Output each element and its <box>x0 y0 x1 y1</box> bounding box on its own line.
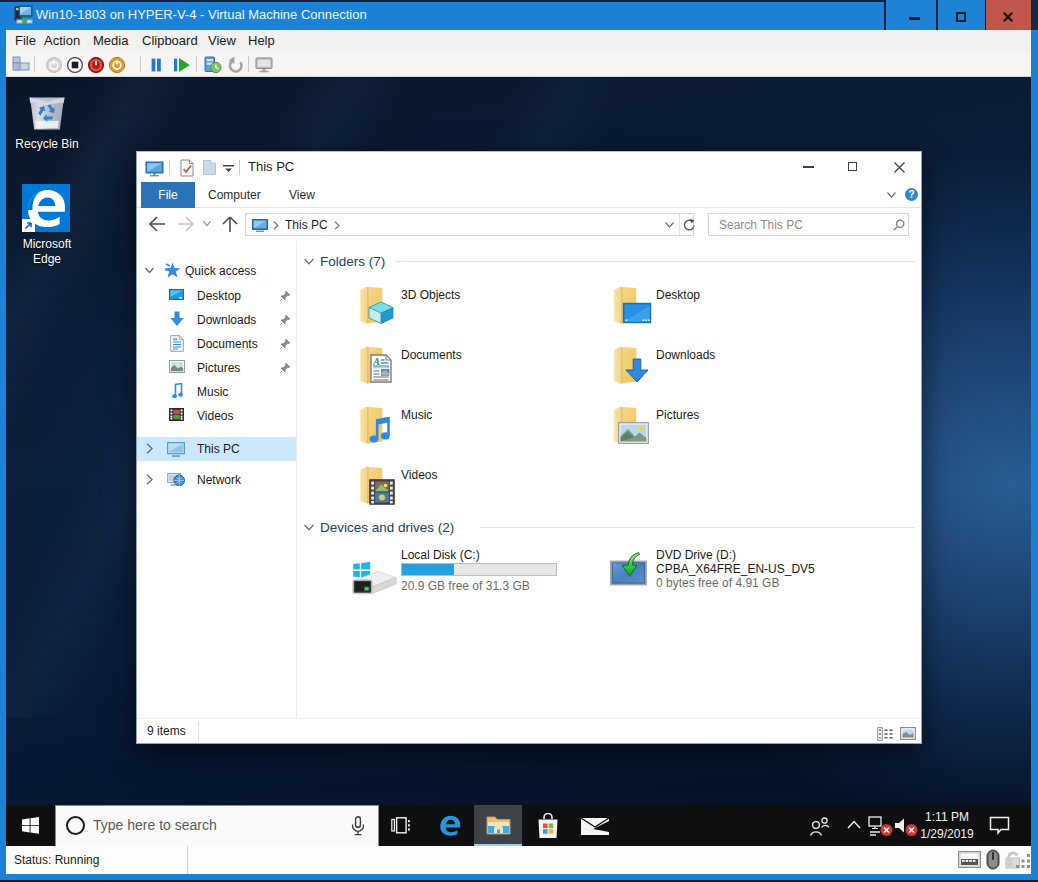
svg-text:A: A <box>372 356 380 367</box>
